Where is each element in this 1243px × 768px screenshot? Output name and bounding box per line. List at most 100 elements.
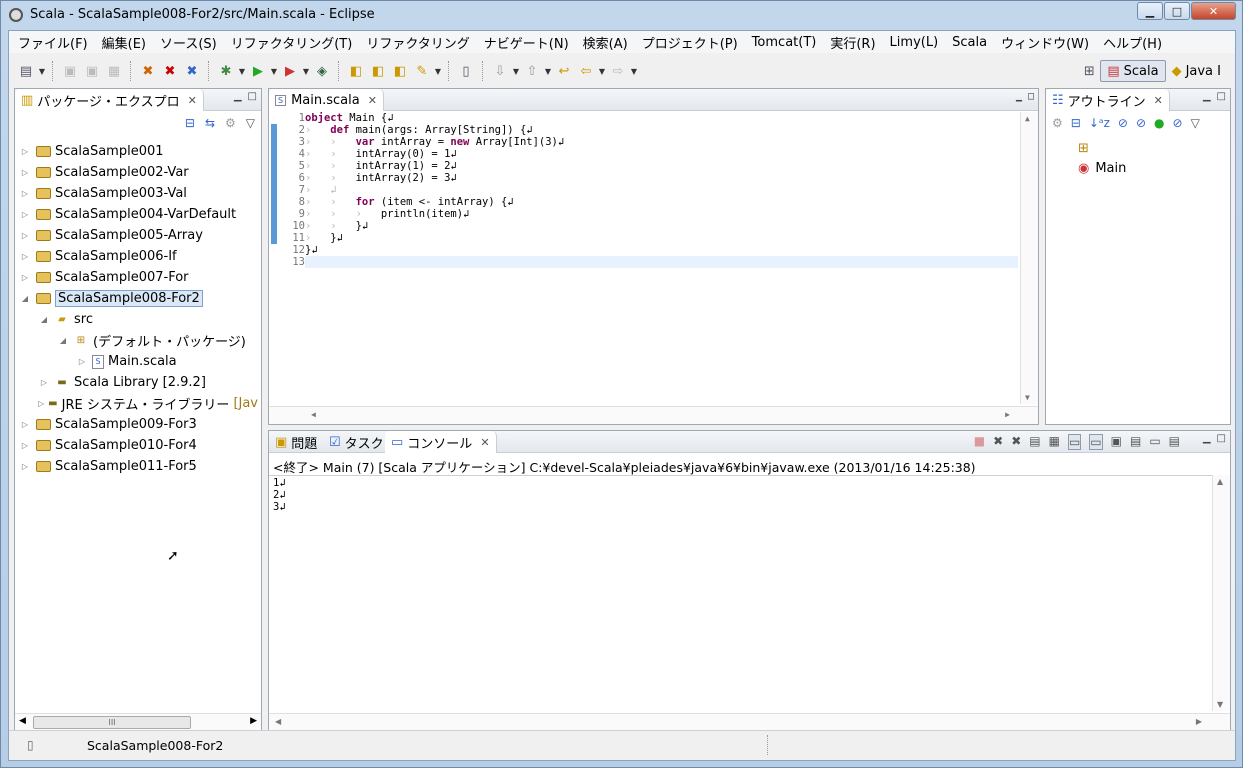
- perspective-scala[interactable]: ▤ Scala: [1100, 60, 1166, 82]
- expand-icon[interactable]: ▷: [76, 357, 88, 366]
- hide-nonpublic-icon[interactable]: ●: [1154, 116, 1164, 130]
- tree-item-library[interactable]: ▷ ▬ Scala Library [2.9.2]: [19, 372, 257, 393]
- tab-main-scala[interactable]: S Main.scala ✕: [269, 89, 384, 111]
- forward-dropdown-icon[interactable]: ▼: [629, 67, 639, 76]
- next-annotation-dropdown-icon[interactable]: ▼: [511, 67, 521, 76]
- external-tools-dropdown-icon[interactable]: ▼: [301, 67, 311, 76]
- expand-icon[interactable]: ▷: [38, 378, 50, 387]
- expand-icon[interactable]: ▷: [19, 273, 31, 282]
- close-icon[interactable]: ✕: [188, 94, 197, 107]
- tree-item[interactable]: ▷ ScalaSample004-VarDefault: [19, 204, 257, 225]
- minimize-view-icon[interactable]: ▁: [1016, 91, 1022, 102]
- new-scala-project-icon[interactable]: ◈: [311, 60, 333, 82]
- minimize-view-icon[interactable]: ▁: [1203, 91, 1211, 102]
- scroll-down-icon[interactable]: ▼: [1217, 700, 1223, 709]
- editor-horizontal-scrollbar[interactable]: ◀ ▶: [269, 406, 1038, 424]
- maximize-view-icon[interactable]: □: [248, 91, 257, 102]
- open-type-icon[interactable]: ◧: [345, 60, 367, 82]
- new-console-icon[interactable]: ▤: [1169, 434, 1180, 450]
- expand-icon[interactable]: ▷: [19, 189, 31, 198]
- scroll-left-icon[interactable]: ◀: [19, 716, 26, 726]
- maximize-view-icon[interactable]: □: [1217, 433, 1226, 444]
- minimize-view-icon[interactable]: ▁: [234, 91, 242, 102]
- menu-tomcat[interactable]: Tomcat(T): [745, 35, 824, 50]
- console-output-area[interactable]: [269, 475, 1230, 731]
- editor-vertical-scrollbar[interactable]: ▲ ▼: [1020, 112, 1038, 404]
- menu-navigate[interactable]: ナビゲート(N): [477, 33, 576, 52]
- scroll-right-icon[interactable]: ▶: [1196, 717, 1202, 726]
- link-with-editor-icon[interactable]: ⇆: [205, 116, 215, 130]
- remove-launch-icon[interactable]: ✖: [993, 434, 1003, 450]
- code-area[interactable]: object Main {↲ › def main(args: Array[St…: [305, 112, 1018, 404]
- open-perspective-icon[interactable]: ⊞: [1078, 60, 1100, 82]
- open-task-icon[interactable]: ◧: [367, 60, 389, 82]
- checkstyle-clear-icon[interactable]: ✖: [159, 60, 181, 82]
- new-icon[interactable]: ▤: [15, 60, 37, 82]
- checkstyle-icon[interactable]: ✖: [137, 60, 159, 82]
- sort-icon[interactable]: ↓ᵃz: [1089, 116, 1110, 130]
- close-icon[interactable]: ✕: [1154, 94, 1163, 107]
- hide-fields-icon[interactable]: ⊘: [1118, 116, 1128, 130]
- tree-item[interactable]: ▷ ScalaSample006-If: [19, 246, 257, 267]
- tab-console[interactable]: ▭ コンソール ✕: [385, 431, 497, 453]
- new-dropdown-icon[interactable]: ▼: [37, 67, 47, 76]
- hide-local-types-icon[interactable]: ⊘: [1173, 116, 1183, 130]
- menu-limy[interactable]: Limy(L): [883, 35, 946, 50]
- tree-item[interactable]: ▷ ScalaSample005-Array: [19, 225, 257, 246]
- console-vertical-scrollbar[interactable]: ▲ ▼: [1212, 475, 1230, 711]
- menu-refactor[interactable]: リファクタリング(T): [224, 33, 360, 52]
- tab-outline[interactable]: ☷ アウトライン ✕: [1046, 89, 1170, 111]
- collapse-all-icon[interactable]: ⊟: [1071, 116, 1081, 130]
- menu-project[interactable]: プロジェクト(P): [635, 33, 745, 52]
- collapse-all-icon[interactable]: ⊟: [185, 116, 195, 130]
- search-icon[interactable]: ✎: [411, 60, 433, 82]
- tree-item-file[interactable]: ▷ S Main.scala: [19, 351, 257, 372]
- menu-source[interactable]: ソース(S): [153, 33, 224, 52]
- save-icon[interactable]: ▣: [59, 60, 81, 82]
- collapse-icon[interactable]: ◢: [57, 336, 69, 345]
- debug-icon[interactable]: ✱: [215, 60, 237, 82]
- expand-icon[interactable]: ▷: [19, 168, 31, 177]
- back-dropdown-icon[interactable]: ▼: [597, 67, 607, 76]
- view-menu-icon[interactable]: ▽: [1191, 116, 1200, 130]
- expand-icon[interactable]: ▷: [19, 441, 31, 450]
- expand-icon[interactable]: ▷: [19, 462, 31, 471]
- forward-icon[interactable]: ⇨: [607, 60, 629, 82]
- tab-tasks[interactable]: ☑ タスク: [325, 431, 388, 453]
- debug-dropdown-icon[interactable]: ▼: [237, 67, 247, 76]
- show-on-stdout-icon[interactable]: ▭: [1067, 434, 1082, 450]
- tree-item[interactable]: ▷ ScalaSample010-For4: [19, 435, 257, 456]
- menu-search[interactable]: 検索(A): [576, 33, 635, 52]
- show-on-stderr-icon[interactable]: ▭: [1089, 434, 1103, 450]
- pin-console-icon[interactable]: ▣: [1111, 434, 1122, 450]
- save-all-icon[interactable]: ▣: [81, 60, 103, 82]
- minimize-view-icon[interactable]: ▁: [1203, 433, 1211, 444]
- back-icon[interactable]: ⇦: [575, 60, 597, 82]
- menu-refactor-scala[interactable]: リファクタリング: [359, 33, 476, 52]
- tree-item-src[interactable]: ◢ ▰ src: [19, 309, 257, 330]
- checkstyle-run-icon[interactable]: ✖: [181, 60, 203, 82]
- expand-icon[interactable]: ▷: [19, 147, 31, 156]
- expand-icon[interactable]: ▷: [38, 399, 44, 408]
- expand-icon[interactable]: ▷: [19, 210, 31, 219]
- external-tools-icon[interactable]: ▶: [279, 60, 301, 82]
- clear-console-icon[interactable]: ▤: [1029, 434, 1040, 450]
- collapse-icon[interactable]: ◢: [38, 315, 50, 324]
- menu-file[interactable]: ファイル(F): [11, 33, 95, 52]
- tree-item[interactable]: ▷ ScalaSample002-Var: [19, 162, 257, 183]
- open-resource-icon[interactable]: ◧: [389, 60, 411, 82]
- close-button[interactable]: ✕: [1191, 2, 1236, 20]
- next-annotation-icon[interactable]: ⇩: [489, 60, 511, 82]
- tree-item[interactable]: ▷ ScalaSample003-Val: [19, 183, 257, 204]
- previous-annotation-dropdown-icon[interactable]: ▼: [543, 67, 553, 76]
- horizontal-scrollbar[interactable]: ◀ III ▶: [15, 713, 261, 731]
- scroll-right-icon[interactable]: ▶: [1005, 410, 1010, 419]
- outline-item-main[interactable]: ◉ Main: [1078, 161, 1126, 176]
- tab-package-explorer[interactable]: ▥ パッケージ・エクスプロ ✕: [15, 89, 204, 111]
- hide-static-icon[interactable]: ⊘: [1136, 116, 1146, 130]
- remove-all-launches-icon[interactable]: ✖: [1011, 434, 1021, 450]
- expand-icon[interactable]: ▷: [19, 252, 31, 261]
- view-menu-icon[interactable]: ▽: [246, 116, 255, 130]
- print-icon[interactable]: ▦: [103, 60, 125, 82]
- search-dropdown-icon[interactable]: ▼: [433, 67, 443, 76]
